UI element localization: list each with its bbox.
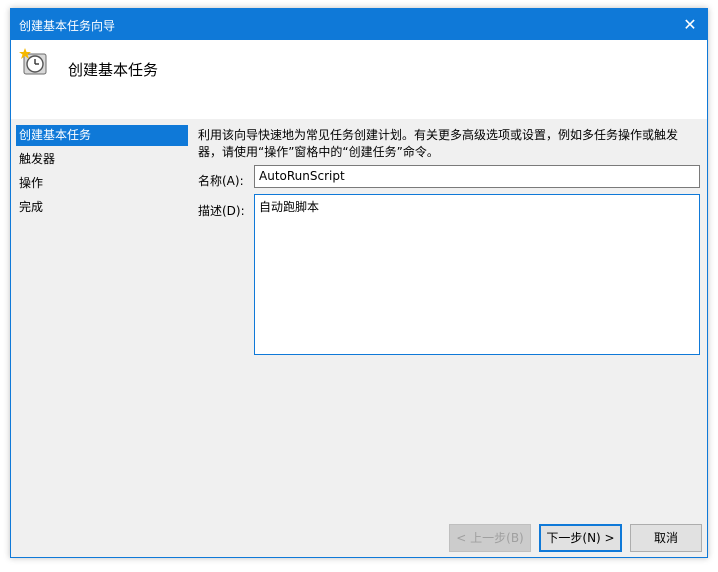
sidebar-item-finish[interactable]: 完成 <box>16 197 188 218</box>
title-bar: 创建基本任务向导 ✕ <box>11 9 707 40</box>
wizard-header: 创建基本任务 <box>11 40 707 119</box>
description-label: 描述(D): <box>198 204 245 218</box>
description-input[interactable]: 自动跑脚本 <box>254 194 700 355</box>
clock-task-icon <box>19 48 47 75</box>
wizard-window: 创建基本任务向导 ✕ 创建基本任务 创建基本任务 触发器 操作 完成 利用该向导… <box>10 8 708 558</box>
window-title: 创建基本任务向导 <box>19 19 116 33</box>
name-input[interactable]: AutoRunScript <box>254 165 700 188</box>
sidebar-item-create-basic-task[interactable]: 创建基本任务 <box>16 125 188 146</box>
close-icon[interactable]: ✕ <box>673 9 707 40</box>
intro-text: 利用该向导快速地为常见任务创建计划。有关更多高级选项或设置，例如多任务操作或触发… <box>198 128 679 159</box>
sidebar-item-action[interactable]: 操作 <box>16 173 188 194</box>
cancel-button[interactable]: 取消 <box>630 524 702 552</box>
sidebar-item-trigger[interactable]: 触发器 <box>16 149 188 170</box>
page-title: 创建基本任务 <box>68 61 159 79</box>
next-button[interactable]: 下一步(N) > <box>539 524 622 552</box>
name-label: 名称(A): <box>198 174 244 188</box>
back-button[interactable]: < 上一步(B) <box>449 524 531 552</box>
